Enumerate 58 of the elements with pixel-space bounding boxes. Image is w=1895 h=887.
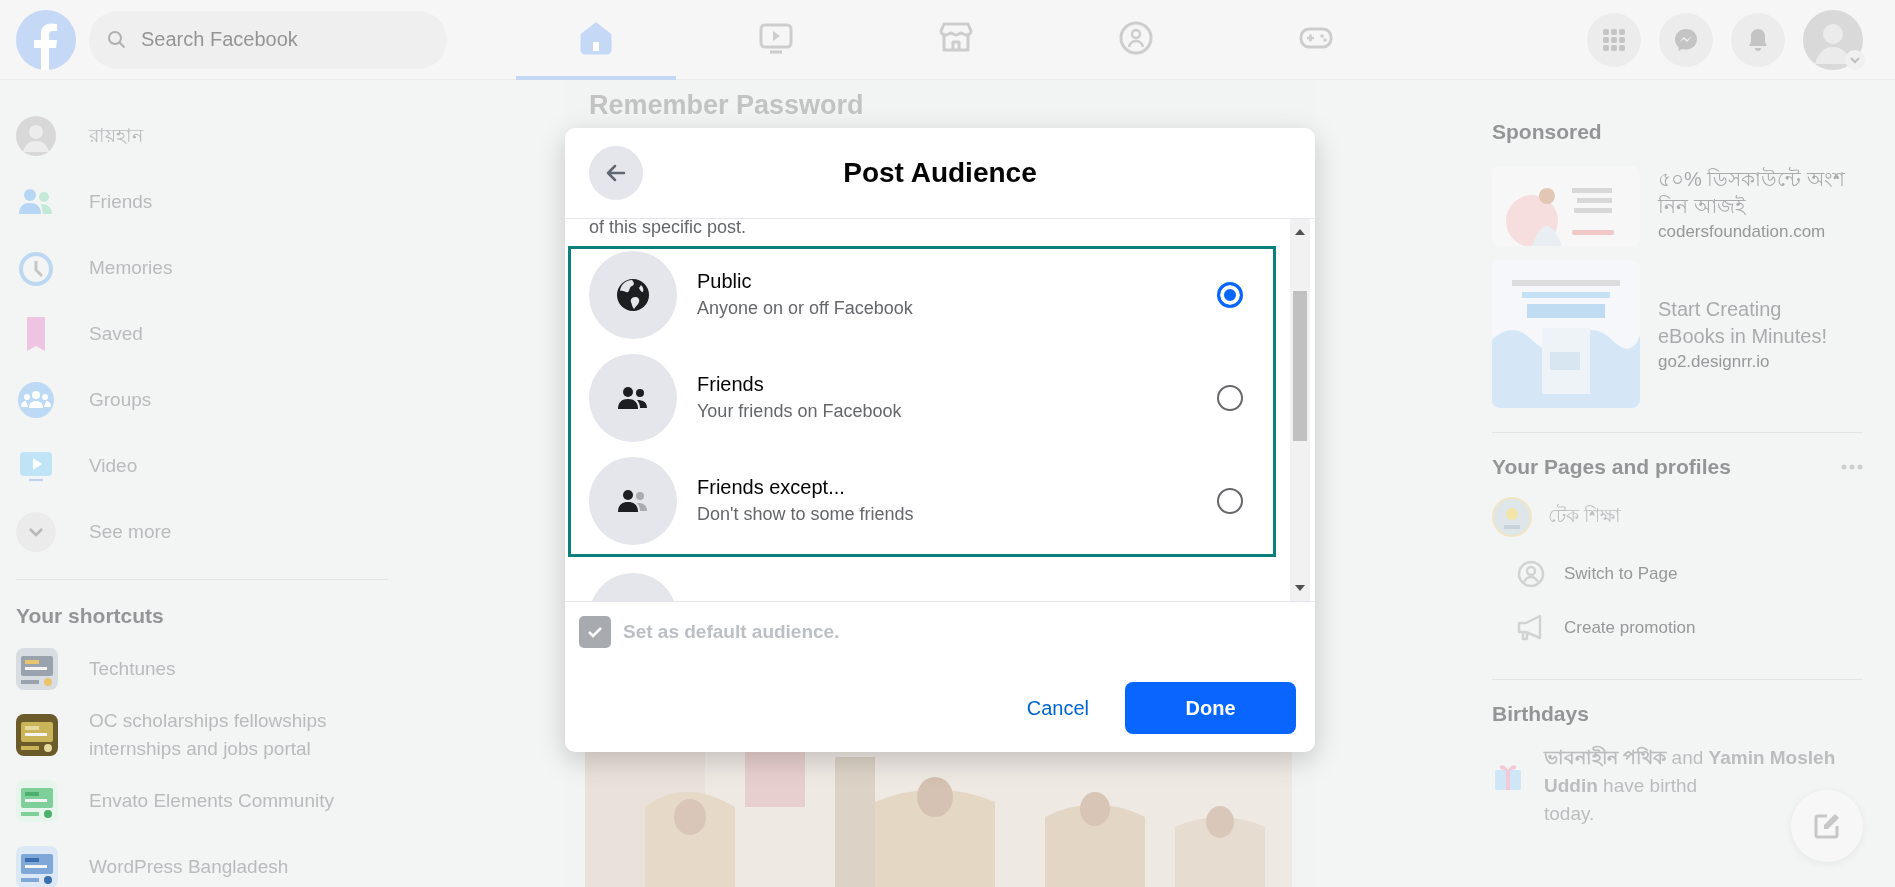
scrollbar-thumb[interactable] bbox=[1293, 291, 1307, 441]
grid-icon bbox=[1602, 27, 1626, 52]
back-button[interactable] bbox=[589, 146, 643, 200]
option-description: Don't show to some friends bbox=[697, 504, 914, 525]
sidebar-link[interactable]: Saved bbox=[89, 320, 143, 348]
option-title: Public bbox=[697, 270, 752, 293]
section-heading: Your Pages and profiles bbox=[1492, 454, 1731, 480]
radio-button[interactable] bbox=[1217, 487, 1243, 514]
sidebar-link[interactable]: Groups bbox=[89, 386, 152, 414]
sidebar-link[interactable]: Friends bbox=[89, 188, 153, 216]
option-title: Friends except... bbox=[697, 476, 845, 499]
page-action-link[interactable]: Switch to Page bbox=[1564, 564, 1678, 584]
shortcut-link[interactable]: Envato Elements Community bbox=[89, 787, 389, 815]
ad-domain: go2.designrr.io bbox=[1658, 352, 1771, 372]
switch-profile-icon bbox=[1516, 559, 1546, 589]
avatar bbox=[1803, 9, 1863, 70]
page-action-link[interactable]: Create promotion bbox=[1564, 618, 1696, 638]
sidebar-link[interactable]: রায়হান bbox=[89, 122, 143, 150]
section-heading: Sponsored bbox=[1492, 119, 1603, 145]
page-avatar[interactable] bbox=[1492, 497, 1532, 537]
chat-bubble-icon bbox=[1674, 27, 1698, 52]
shortcut-link[interactable]: Techtunes bbox=[89, 655, 389, 683]
account-avatar[interactable] bbox=[1803, 9, 1863, 70]
chevron-down-icon bbox=[16, 512, 56, 552]
shortcut-link[interactable]: WordPress Bangladesh bbox=[89, 853, 389, 881]
search-icon bbox=[107, 29, 127, 50]
chevron-down-icon bbox=[1845, 49, 1865, 70]
radio-button[interactable] bbox=[1217, 384, 1243, 411]
avatar bbox=[16, 116, 56, 156]
globe-icon bbox=[615, 276, 651, 313]
search-field[interactable]: Search Facebook bbox=[89, 10, 447, 69]
dialog-title: Post Audience bbox=[843, 157, 1037, 189]
intro-text: of this specific post. bbox=[588, 219, 748, 239]
ad-title[interactable]: ৫০% ডিসকাউন্টে অংশ নিন আজই bbox=[1658, 166, 1848, 220]
done-button[interactable]: Done bbox=[1125, 682, 1296, 734]
edit-icon bbox=[1812, 811, 1842, 841]
bell-icon bbox=[1746, 27, 1770, 52]
shortcut-link[interactable]: OC scholarships fellowships internships and jobs portal bbox=[89, 707, 389, 763]
section-heading: Birthdays bbox=[1492, 701, 1590, 727]
more-options-icon[interactable] bbox=[1841, 464, 1863, 470]
ad-title[interactable]: Start Creating eBooks in Minutes! bbox=[1658, 296, 1848, 350]
logo-icon[interactable] bbox=[16, 9, 76, 70]
section-heading: Your shortcuts bbox=[16, 604, 165, 628]
sidebar-link[interactable]: See more bbox=[89, 518, 172, 546]
option-title: Friends bbox=[697, 373, 764, 396]
birthday-text: today. bbox=[1544, 802, 1595, 826]
sidebar-link[interactable]: Video bbox=[89, 452, 138, 480]
cancel-button[interactable]: Cancel bbox=[1014, 686, 1101, 730]
radio-button[interactable] bbox=[1217, 281, 1243, 308]
scroll-down-icon[interactable] bbox=[1295, 585, 1305, 591]
option-description: Anyone on or off Facebook bbox=[697, 298, 913, 319]
people-icon bbox=[1118, 19, 1154, 56]
scroll-up-icon[interactable] bbox=[1295, 229, 1305, 235]
checkbox-label: Set as default audience. bbox=[623, 621, 840, 643]
option-description: Your friends on Facebook bbox=[697, 401, 902, 422]
group-icon bbox=[16, 380, 56, 420]
sidebar-link[interactable]: Memories bbox=[89, 254, 173, 282]
ad-domain: codersfoundation.com bbox=[1658, 222, 1827, 242]
